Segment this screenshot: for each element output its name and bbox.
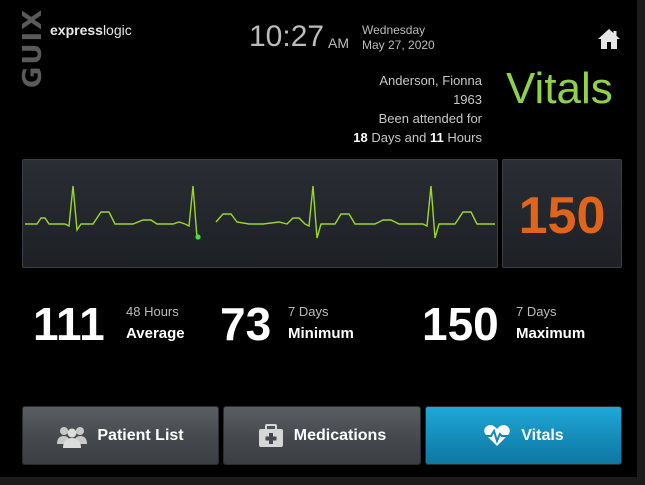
- minimum-label: Minimum: [288, 325, 354, 342]
- heart-pulse-icon: [483, 424, 511, 448]
- ecg-panel: [22, 159, 498, 268]
- average-value: 111: [33, 298, 105, 350]
- heart-rate-panel: 150: [502, 159, 622, 268]
- medical-kit-icon: [258, 423, 284, 448]
- medications-label: Medications: [293, 426, 387, 444]
- clock-time: 10:27: [249, 20, 325, 53]
- days-label: Days and: [371, 130, 427, 145]
- attended-hours: 11: [429, 130, 444, 145]
- vitals-button[interactable]: Vitals: [425, 406, 622, 465]
- medications-button[interactable]: Medications: [223, 406, 421, 465]
- page-title: Vitals: [506, 64, 613, 113]
- users-icon: [57, 424, 88, 448]
- vitals-screen: GUIX expresslogic 10:27 AM Wednesday May…: [0, 0, 645, 485]
- average-period: 48 Hours: [126, 304, 179, 319]
- heart-rate-value: 150: [518, 187, 606, 245]
- hours-label: Hours: [447, 130, 482, 145]
- brand-light: logic: [102, 22, 132, 38]
- ecg-waveform: [25, 185, 495, 240]
- maximum-label: Maximum: [516, 325, 586, 342]
- patient-list-label: Patient List: [97, 426, 184, 444]
- attended-duration: 18 Days and 11 Hours: [353, 128, 482, 147]
- clock-ampm: AM: [328, 35, 349, 51]
- expresslogic-logo: expresslogic: [50, 22, 132, 38]
- minimum-period: 7 Days: [288, 304, 329, 319]
- guix-logo: GUIX: [18, 7, 48, 88]
- home-icon[interactable]: [597, 28, 621, 50]
- maximum-period: 7 Days: [516, 304, 557, 319]
- patient-list-button[interactable]: Patient List: [22, 406, 219, 465]
- weekday: Wednesday: [362, 23, 426, 37]
- average-label: Average: [126, 325, 185, 342]
- clock-date: Wednesday May 27, 2020: [362, 23, 435, 53]
- minimum-value: 73: [220, 298, 272, 350]
- patient-name: Anderson, Fionna: [379, 73, 482, 88]
- brand-bold: express: [50, 22, 103, 38]
- attended-days: 18: [353, 130, 368, 145]
- calendar-date: May 27, 2020: [362, 38, 435, 52]
- maximum-value: 150: [422, 298, 499, 350]
- vitals-label: Vitals: [521, 426, 564, 444]
- patient-birth-year: 1963: [453, 92, 482, 107]
- patient-info: Anderson, Fionna 1963 Been attended for …: [353, 71, 482, 147]
- attended-label: Been attended for: [378, 111, 482, 126]
